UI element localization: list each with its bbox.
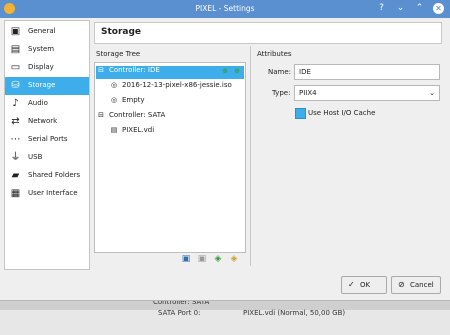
check-icon: ✓	[348, 280, 355, 289]
sidebar-item-storage[interactable]: ⛁ Storage	[5, 77, 89, 95]
name-field[interactable]: IDE	[294, 64, 440, 80]
help-button[interactable]: ?	[376, 3, 387, 14]
ok-button[interactable]: ✓ OK	[341, 276, 387, 294]
sidebar-item-label: User Interface	[28, 189, 78, 197]
system-icon: ▤	[10, 44, 21, 55]
attributes-label: Attributes	[257, 50, 292, 58]
tree-item-label: Empty	[122, 96, 145, 104]
sidebar-item-label: Network	[28, 117, 58, 125]
tree-item-controller-sata[interactable]: ⊟ Controller: SATA	[96, 111, 165, 124]
sidebar-item-system[interactable]: ▤ System	[5, 41, 89, 59]
name-field-value: IDE	[299, 68, 311, 76]
storage-icon: ⛁	[11, 80, 20, 91]
serial-ports-icon: ⋯	[10, 134, 21, 145]
add-attachment-icon[interactable]: ◈	[213, 254, 223, 264]
panel-divider	[250, 46, 251, 266]
sidebar-item-label: Audio	[28, 99, 48, 107]
add-optical-drive-icon[interactable]: ⊕	[222, 67, 228, 75]
tree-item-iso[interactable]: ◎ 2016-12-13-pixel-x86-jessie.iso	[109, 81, 232, 94]
display-icon: ▭	[10, 62, 21, 73]
sidebar-item-label: Display	[28, 63, 54, 71]
sidebar-item-general[interactable]: ▣ General	[5, 23, 89, 41]
tree-item-controller-ide[interactable]: ⊟ Controller: IDE ⊕ ⊕	[96, 66, 244, 79]
sidebar-item-display[interactable]: ▭ Display	[5, 59, 89, 77]
background-port-label: SATA Port 0:	[158, 309, 201, 317]
type-select[interactable]: PIIX4 ⌄	[294, 85, 440, 101]
sidebar-item-network[interactable]: ⇄ Network	[5, 113, 89, 131]
tree-item-label: Controller: IDE	[109, 66, 160, 74]
user-interface-icon: ▦	[10, 188, 21, 199]
tree-item-label: Controller: SATA	[109, 111, 166, 119]
minimize-button[interactable]: ⌄	[395, 3, 406, 14]
remove-attachment-icon[interactable]: ◈	[229, 254, 239, 264]
storage-tree-toolbar: ▣ ▣ ◈ ◈	[181, 254, 239, 264]
hard-disk-icon: ▤	[110, 126, 118, 134]
type-label: Type:	[272, 89, 291, 97]
maximize-button[interactable]: ⌃	[414, 3, 425, 14]
sidebar-item-label: Serial Ports	[28, 135, 68, 143]
sidebar-item-user-interface[interactable]: ▦ User Interface	[5, 185, 89, 203]
tree-item-empty[interactable]: ◎ Empty	[109, 96, 145, 109]
cancel-icon: ⊘	[398, 280, 405, 289]
add-hard-disk-icon[interactable]: ⊕	[234, 67, 240, 75]
storage-tree[interactable]: ⊟ Controller: IDE ⊕ ⊕ ◎ 2016-12-13-pixel-x…	[94, 62, 246, 253]
sidebar-item-label: System	[28, 45, 55, 53]
sidebar-item-usb[interactable]: ⏚ USB	[5, 149, 89, 167]
page-title: Storage	[101, 27, 142, 37]
shared-folders-icon: ▰	[11, 170, 20, 181]
usb-icon: ⏚	[10, 152, 21, 163]
chevron-down-icon: ⌄	[429, 89, 435, 97]
network-icon: ⇄	[11, 116, 20, 127]
sidebar-item-serial-ports[interactable]: ⋯ Serial Ports	[5, 131, 89, 149]
general-icon: ▣	[10, 26, 21, 37]
audio-icon: ♪	[12, 98, 19, 109]
add-controller-icon[interactable]: ▣	[181, 254, 191, 264]
settings-sidebar: ▣ General ▤ System ▭ Display ⛁ Storage ♪…	[4, 20, 90, 270]
storage-tree-label: Storage Tree	[96, 50, 141, 58]
cancel-button[interactable]: ⊘ Cancel	[391, 276, 441, 294]
sidebar-item-label: USB	[28, 153, 43, 161]
sidebar-item-shared-folders[interactable]: ▰ Shared Folders	[5, 167, 89, 185]
optical-disc-icon: ◎	[110, 96, 118, 104]
host-io-cache-checkbox[interactable]	[295, 108, 306, 119]
close-button[interactable]: ✕	[433, 3, 444, 14]
ide-controller-icon: ⊟	[98, 66, 104, 74]
sidebar-item-label: General	[28, 27, 56, 35]
cancel-button-label: Cancel	[410, 281, 434, 289]
optical-disc-icon: ◎	[110, 81, 118, 89]
tree-item-label: 2016-12-13-pixel-x86-jessie.iso	[122, 81, 232, 89]
remove-controller-icon[interactable]: ▣	[197, 254, 207, 264]
ok-button-label: OK	[360, 281, 371, 289]
page-header: Storage	[94, 22, 442, 44]
tree-item-label: PIXEL.vdi	[122, 126, 155, 134]
name-label: Name:	[268, 68, 292, 76]
sidebar-item-label: Storage	[28, 81, 56, 89]
tree-item-vdi[interactable]: ▤ PIXEL.vdi	[109, 126, 154, 139]
sidebar-item-label: Shared Folders	[28, 171, 81, 179]
title-bar[interactable]: PIXEL - Settings ? ⌄ ⌃ ✕	[0, 0, 450, 18]
host-io-cache-label: Use Host I/O Cache	[308, 109, 376, 117]
sata-controller-icon: ⊟	[98, 111, 104, 119]
background-port-value: PIXEL.vdi (Normal, 50,00 GB)	[243, 309, 346, 317]
type-select-value: PIIX4	[299, 89, 317, 97]
sidebar-item-audio[interactable]: ♪ Audio	[5, 95, 89, 113]
